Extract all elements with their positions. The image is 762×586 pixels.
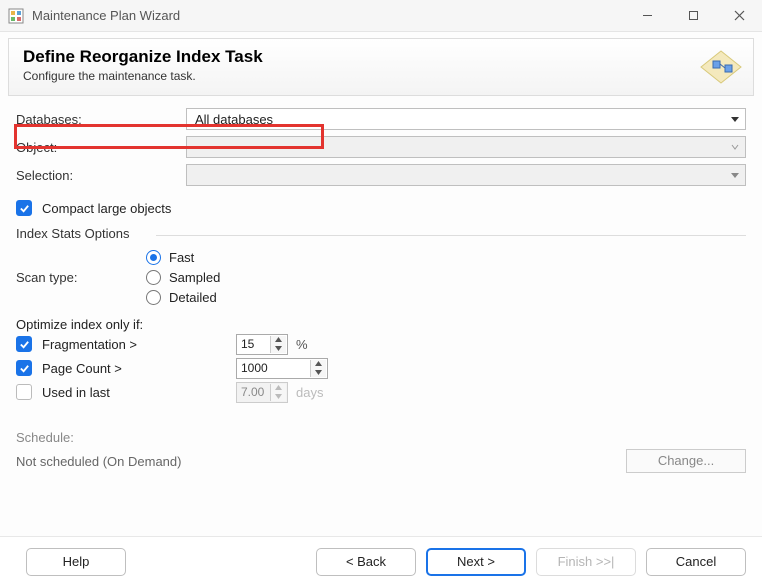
frag-unit: % xyxy=(296,337,308,352)
scan-sampled-label: Sampled xyxy=(169,270,220,285)
pagecount-checkbox[interactable] xyxy=(16,360,32,376)
help-button[interactable]: Help xyxy=(26,548,126,576)
schedule-label: Schedule: xyxy=(16,430,746,445)
selection-label: Selection: xyxy=(16,168,186,183)
usedinlast-checkbox[interactable] xyxy=(16,384,32,400)
page-subtitle: Configure the maintenance task. xyxy=(23,69,739,83)
titlebar: Maintenance Plan Wizard xyxy=(0,0,762,32)
fragmentation-checkbox[interactable] xyxy=(16,336,32,352)
fragmentation-label: Fragmentation > xyxy=(42,337,137,352)
databases-label: Databases: xyxy=(16,112,186,127)
compact-label: Compact large objects xyxy=(42,201,171,216)
index-stats-label: Index Stats Options xyxy=(16,226,746,241)
page-title: Define Reorganize Index Task xyxy=(23,47,739,67)
compact-checkbox[interactable] xyxy=(16,200,32,216)
finish-button: Finish >>| xyxy=(536,548,636,576)
chevron-down-icon xyxy=(727,139,743,155)
back-button[interactable]: < Back xyxy=(316,548,416,576)
wizard-header: Define Reorganize Index Task Configure t… xyxy=(8,38,754,96)
window-title: Maintenance Plan Wizard xyxy=(32,8,180,23)
app-icon xyxy=(8,8,24,24)
object-dropdown[interactable] xyxy=(186,136,746,158)
chevron-down-icon xyxy=(727,167,743,183)
spinner-buttons[interactable] xyxy=(270,336,286,353)
scan-detailed-label: Detailed xyxy=(169,290,217,305)
maximize-button[interactable] xyxy=(670,0,716,32)
chevron-down-icon xyxy=(727,111,743,127)
selection-dropdown[interactable] xyxy=(186,164,746,186)
scan-sampled-radio[interactable] xyxy=(146,270,161,285)
object-label: Object: xyxy=(16,140,186,155)
wizard-decor-icon xyxy=(695,45,747,92)
usedinlast-label: Used in last xyxy=(42,385,110,400)
close-button[interactable] xyxy=(716,0,762,32)
scan-detailed-radio[interactable] xyxy=(146,290,161,305)
pagecount-label: Page Count > xyxy=(42,361,122,376)
used-unit: days xyxy=(296,385,323,400)
databases-value: All databases xyxy=(195,112,273,127)
schedule-value: Not scheduled (On Demand) xyxy=(16,454,626,469)
pagecount-spinner[interactable]: 1000 xyxy=(236,358,328,379)
scan-fast-label: Fast xyxy=(169,250,194,265)
cancel-button[interactable]: Cancel xyxy=(646,548,746,576)
databases-dropdown[interactable]: All databases xyxy=(186,108,746,130)
next-button[interactable]: Next > xyxy=(426,548,526,576)
footer: Help < Back Next > Finish >>| Cancel xyxy=(0,536,762,586)
scan-type-label: Scan type: xyxy=(16,270,146,285)
change-button[interactable]: Change... xyxy=(626,449,746,473)
spinner-buttons xyxy=(270,384,286,401)
usedinlast-spinner: 7.00 xyxy=(236,382,288,403)
scan-fast-radio[interactable] xyxy=(146,250,161,265)
optimize-title: Optimize index only if: xyxy=(16,317,746,332)
fragmentation-spinner[interactable]: 15 xyxy=(236,334,288,355)
content: Databases: All databases Object: Selecti… xyxy=(0,96,762,473)
spinner-buttons[interactable] xyxy=(310,360,326,377)
minimize-button[interactable] xyxy=(624,0,670,32)
